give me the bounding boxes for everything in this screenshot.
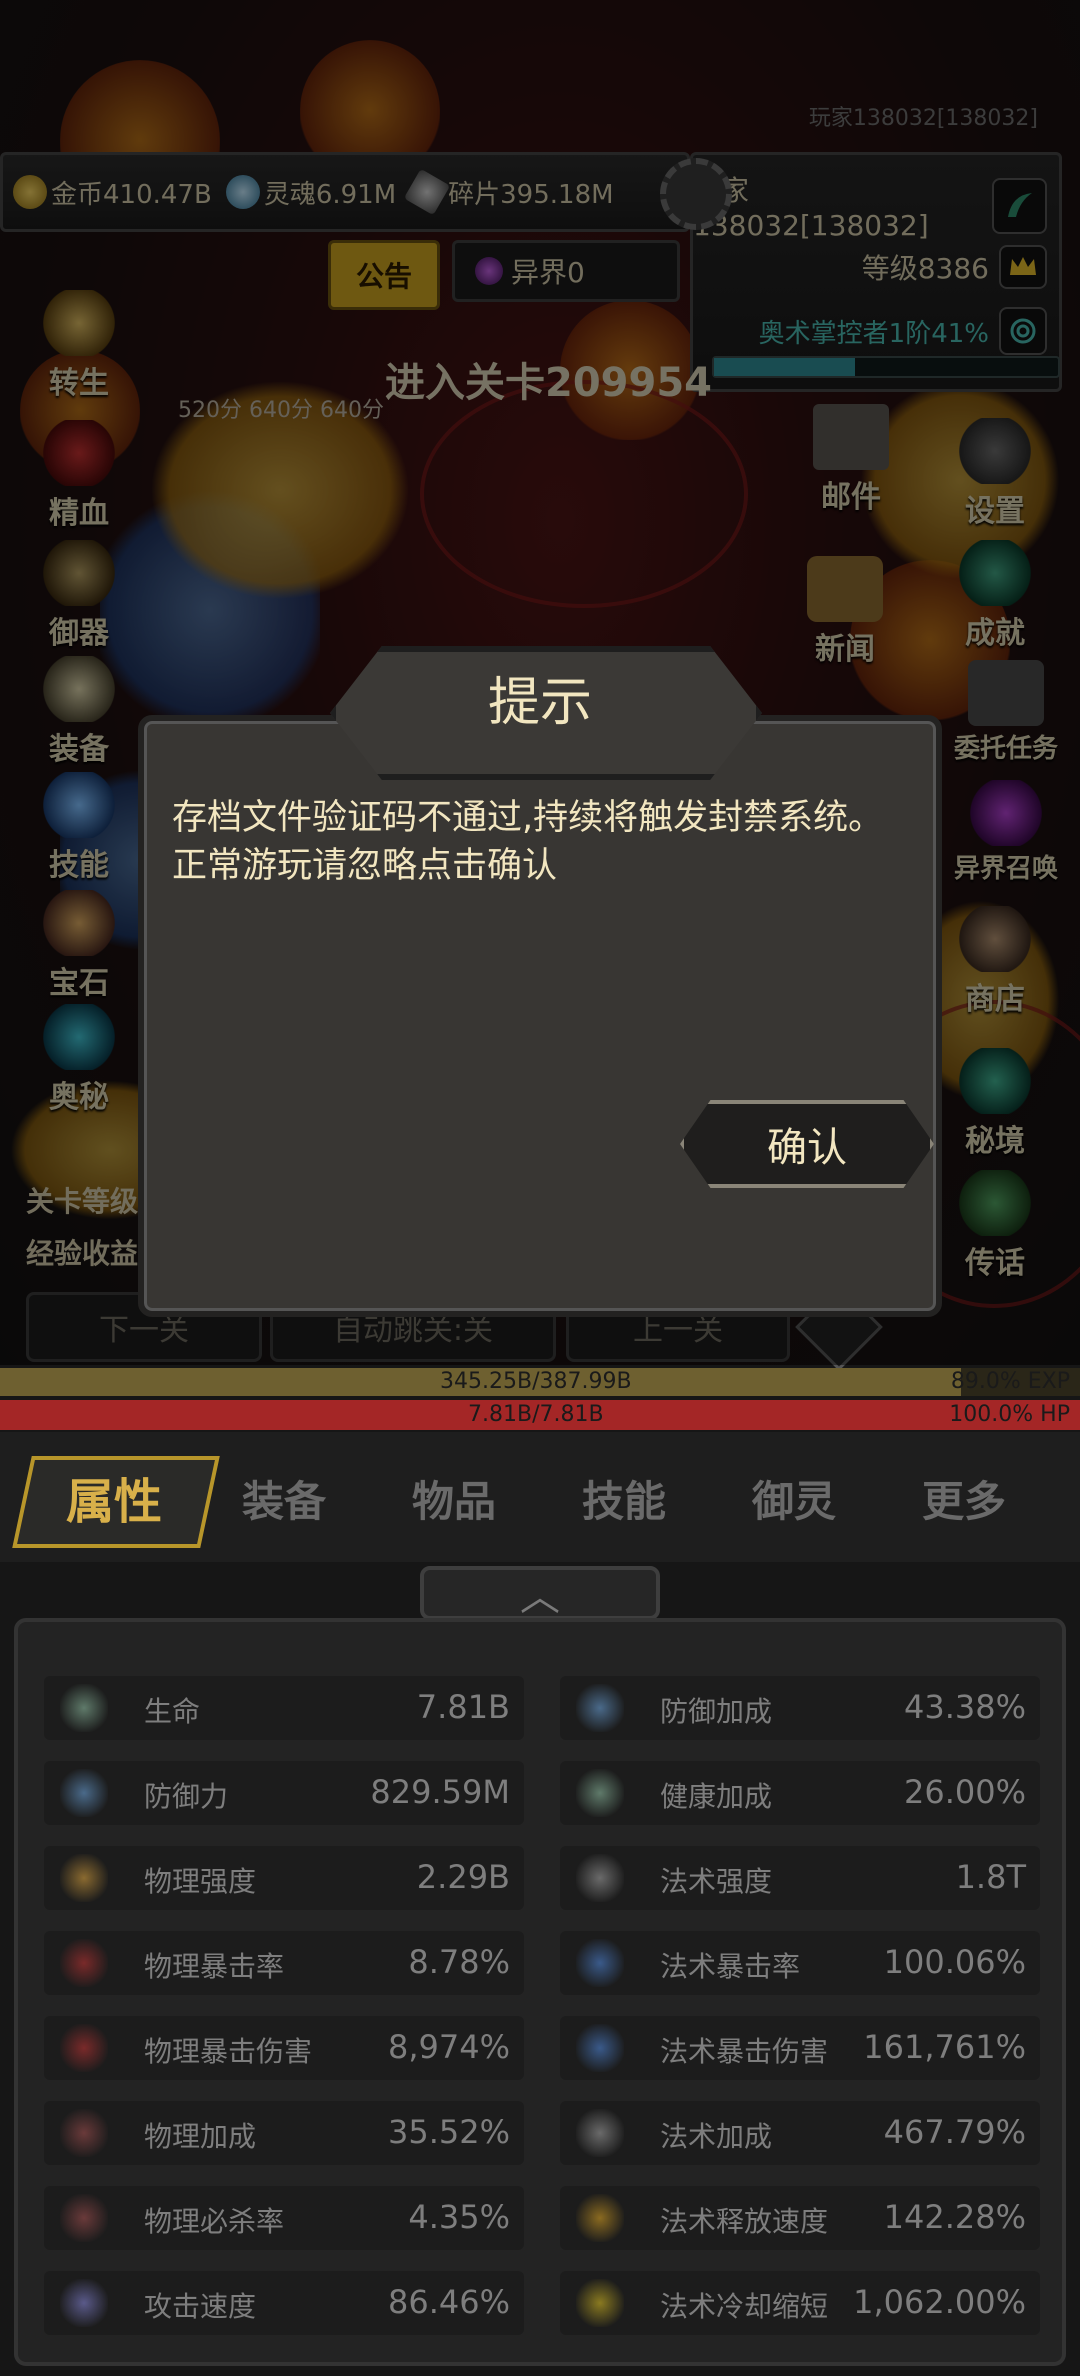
stat-label: 法术释放速度 xyxy=(660,2205,829,2238)
stat-label: 物理必杀率 xyxy=(144,2205,285,2238)
stat-label: 法术暴击率 xyxy=(660,1950,801,1983)
stat-row: 物理加成 35.52% xyxy=(44,2101,524,2165)
exp-bar: 345.25B/387.99B 89.0% EXP xyxy=(0,1368,1080,1396)
stat-label: 生命 xyxy=(144,1695,201,1728)
stat-label: 攻击速度 xyxy=(144,2290,257,2323)
stat-row: 物理暴击伤害 8,974% xyxy=(44,2016,524,2080)
stat-value: 1.8T xyxy=(955,1858,1026,1896)
phys-crit-icon xyxy=(60,1939,108,1987)
stat-value: 4.35% xyxy=(408,2198,510,2236)
stat-value: 100.06% xyxy=(883,1943,1026,1981)
stat-label: 法术强度 xyxy=(660,1865,773,1898)
phys-lethal-icon xyxy=(60,2194,108,2242)
dialog-title: 提示 xyxy=(487,673,592,733)
stat-value: 1,062.00% xyxy=(853,2283,1026,2321)
stat-label: 物理加成 xyxy=(144,2120,257,2153)
hp-bar: 7.81B/7.81B 100.0% HP xyxy=(0,1400,1080,1430)
stat-label: 法术冷却缩短 xyxy=(660,2290,829,2323)
shield-icon xyxy=(60,1769,108,1817)
stat-label: 法术暴击伤害 xyxy=(660,2035,829,2068)
stat-value: 26.00% xyxy=(903,1773,1026,1811)
stat-row: 物理必杀率 4.35% xyxy=(44,2186,524,2250)
tab-spirits[interactable]: 御灵 xyxy=(752,1468,836,1529)
attack-speed-icon xyxy=(60,2279,108,2327)
confirm-button[interactable]: 确认 xyxy=(680,1100,934,1188)
tab-more[interactable]: 更多 xyxy=(922,1468,1006,1529)
stat-row: 防御加成 43.38% xyxy=(560,1676,1040,1740)
spell-bonus-icon xyxy=(576,2109,624,2157)
tab-equipment[interactable]: 装备 xyxy=(242,1468,326,1529)
health-cross-icon xyxy=(60,1684,108,1732)
stat-label: 法术加成 xyxy=(660,2120,773,2153)
stat-row: 法术冷却缩短 1,062.00% xyxy=(560,2271,1040,2335)
stat-value: 7.81B xyxy=(416,1688,510,1726)
stat-value: 467.79% xyxy=(883,2113,1026,2151)
stat-row: 健康加成 26.00% xyxy=(560,1761,1040,1825)
stat-value: 43.38% xyxy=(903,1688,1026,1726)
stat-row: 生命 7.81B xyxy=(44,1676,524,1740)
stat-value: 35.52% xyxy=(387,2113,510,2151)
hp-text: 7.81B/7.81B xyxy=(468,1402,604,1427)
stat-label: 防御力 xyxy=(144,1780,229,1813)
stat-row: 防御力 829.59M xyxy=(44,1761,524,1825)
stat-value: 161,761% xyxy=(863,2028,1026,2066)
cast-speed-icon xyxy=(576,2194,624,2242)
stat-value: 8.78% xyxy=(408,1943,510,1981)
collapse-button[interactable]: ︿ xyxy=(420,1566,660,1620)
stat-value: 142.28% xyxy=(883,2198,1026,2236)
stat-row: 法术释放速度 142.28% xyxy=(560,2186,1040,2250)
spell-crit-damage-icon xyxy=(576,2024,624,2072)
stat-value: 829.59M xyxy=(370,1773,510,1811)
exp-text: 345.25B/387.99B xyxy=(440,1369,632,1394)
stat-row: 物理暴击率 8.78% xyxy=(44,1931,524,1995)
sword-icon xyxy=(60,1854,108,1902)
tab-attributes[interactable]: 属性 xyxy=(66,1462,162,1532)
chevron-up-icon: ︿ xyxy=(520,1574,560,1620)
stat-value: 8,974% xyxy=(387,2028,510,2066)
tab-items[interactable]: 物品 xyxy=(412,1468,496,1529)
dialog-message: 存档文件验证码不通过,持续将触发封禁系统。正常游玩请忽略点击确认 xyxy=(172,798,884,886)
stat-label: 物理强度 xyxy=(144,1865,257,1898)
tab-skills[interactable]: 技能 xyxy=(582,1468,666,1529)
stat-label: 健康加成 xyxy=(660,1780,773,1813)
stat-label: 物理暴击伤害 xyxy=(144,2035,313,2068)
stat-row: 法术暴击率 100.06% xyxy=(560,1931,1040,1995)
health-bonus-icon xyxy=(576,1769,624,1817)
stat-label: 防御加成 xyxy=(660,1695,773,1728)
stat-value: 86.46% xyxy=(387,2283,510,2321)
stat-row: 攻击速度 86.46% xyxy=(44,2271,524,2335)
shield-bonus-icon xyxy=(576,1684,624,1732)
stat-row: 法术强度 1.8T xyxy=(560,1846,1040,1910)
exp-percent: 89.0% EXP xyxy=(950,1369,1070,1394)
stat-row: 物理强度 2.29B xyxy=(44,1846,524,1910)
hp-percent: 100.0% HP xyxy=(949,1402,1070,1427)
spell-crit-icon xyxy=(576,1939,624,1987)
stat-row: 法术加成 467.79% xyxy=(560,2101,1040,2165)
phys-crit-damage-icon xyxy=(60,2024,108,2072)
cooldown-icon xyxy=(576,2279,624,2327)
spell-power-icon xyxy=(576,1854,624,1902)
stat-row: 法术暴击伤害 161,761% xyxy=(560,2016,1040,2080)
stat-label: 物理暴击率 xyxy=(144,1950,285,1983)
stat-value: 2.29B xyxy=(416,1858,510,1896)
phys-bonus-icon xyxy=(60,2109,108,2157)
